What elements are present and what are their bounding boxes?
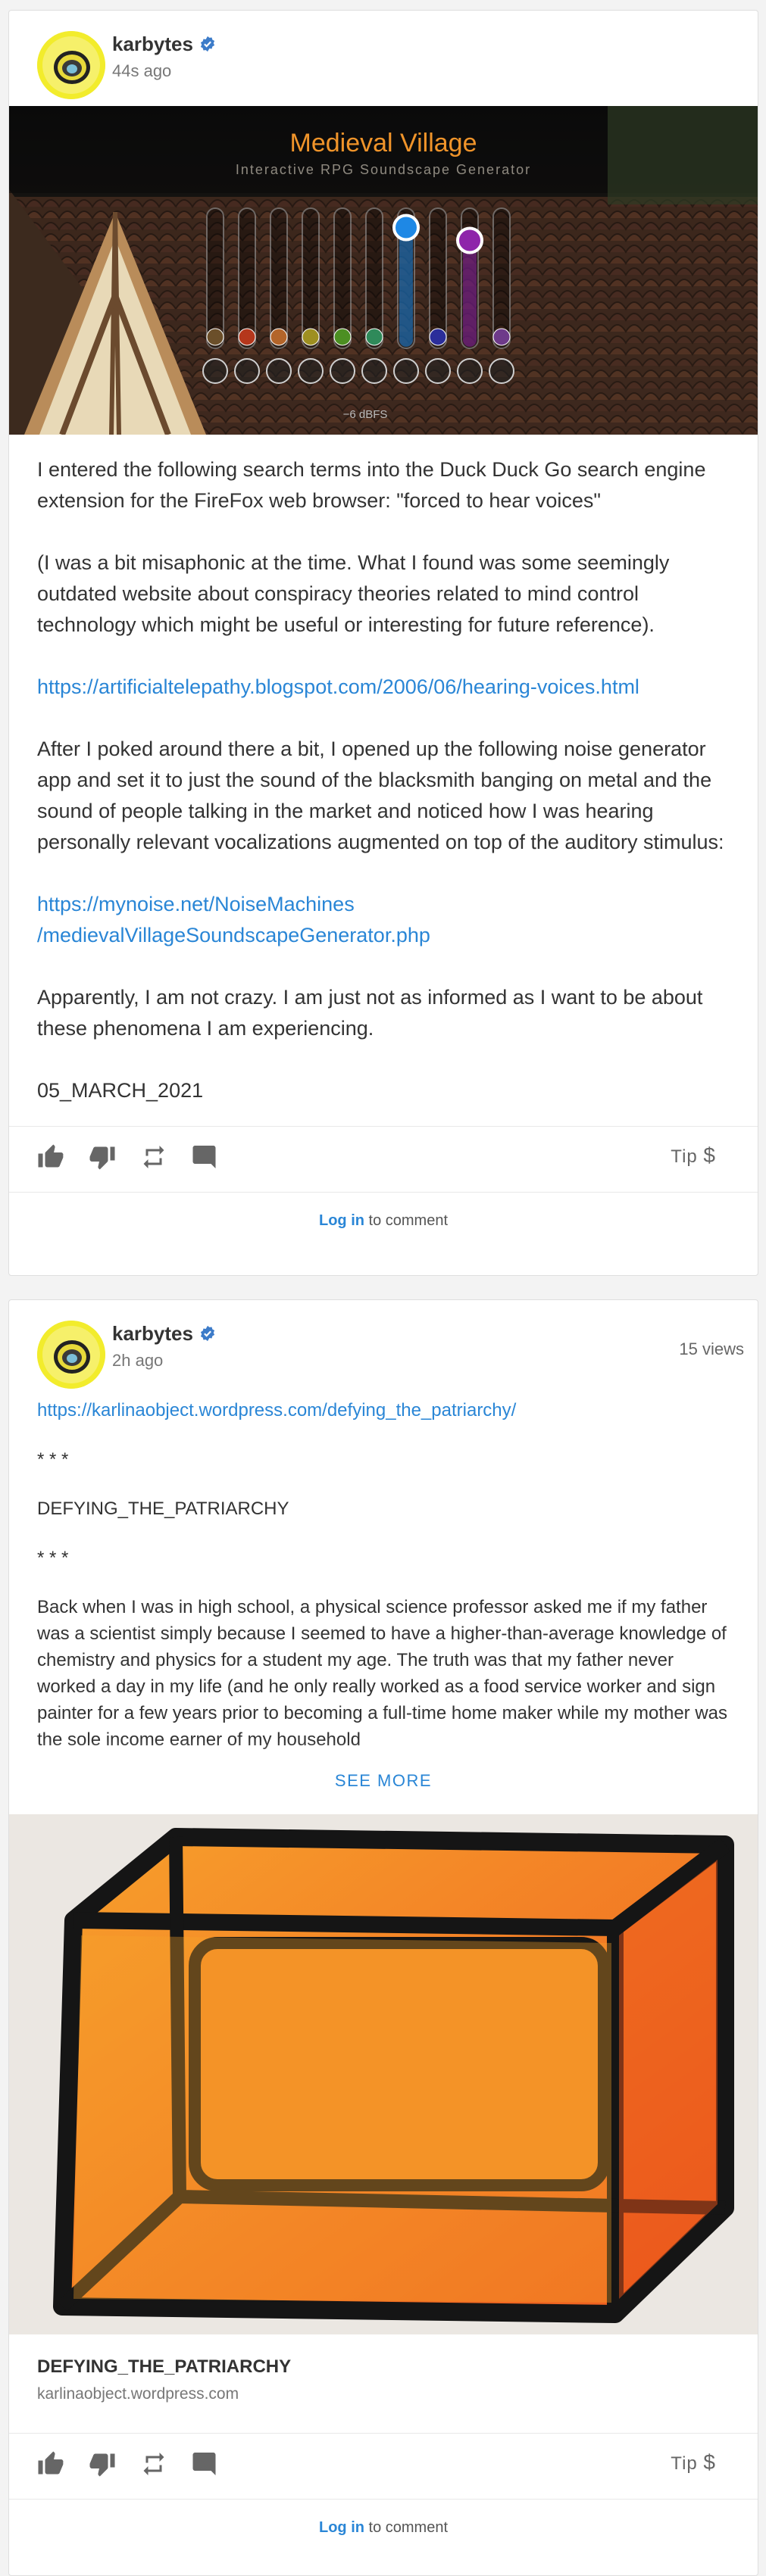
slider-fill — [463, 240, 477, 347]
link-preview-image[interactable] — [9, 1814, 758, 2334]
level-readout: −6 dBFS — [343, 408, 388, 421]
control-button[interactable] — [234, 358, 260, 384]
repost-icon[interactable] — [140, 1143, 167, 1171]
dollar-icon: $ — [703, 1143, 716, 1167]
see-more-button[interactable]: SEE MORE — [9, 1771, 758, 1791]
thumbs-up-icon[interactable] — [37, 2450, 64, 2478]
thumbs-down-icon[interactable] — [89, 2450, 116, 2478]
post-time: 44s ago — [112, 61, 172, 80]
post-card-2: karbytes 2h ago 15 views https://karlina… — [8, 1299, 758, 2576]
login-link[interactable]: Log in — [319, 2519, 364, 2536]
post-link[interactable]: https://karlinaobject.wordpress.com/defy… — [37, 1400, 516, 1421]
separator-text: * * * — [37, 1449, 69, 1470]
action-bar: Tip $ — [9, 1126, 758, 1180]
separator-text: * * * — [37, 1548, 69, 1568]
media-subtitle: Interactive RPG Soundscape Generator — [236, 162, 531, 177]
paragraph: I entered the following search terms int… — [37, 458, 711, 512]
control-button[interactable] — [202, 358, 228, 384]
post-body: https://karlinaobject.wordpress.com/defy… — [37, 1397, 730, 1793]
paragraph: Apparently, I am not crazy. I am just no… — [37, 986, 708, 1040]
post-media-image[interactable]: Medieval Village Interactive RPG Soundsc… — [9, 106, 758, 435]
slider-track[interactable] — [270, 207, 288, 349]
comment-suffix: to comment — [364, 1212, 449, 1229]
control-button[interactable] — [330, 358, 355, 384]
slider-track[interactable] — [333, 207, 352, 349]
comment-icon[interactable] — [192, 2450, 219, 2478]
repost-icon[interactable] — [140, 2450, 167, 2478]
paragraph: After I poked around there a bit, I open… — [37, 738, 724, 853]
slider-knob[interactable] — [238, 328, 256, 346]
slider-knob[interactable] — [429, 328, 447, 346]
comment-icon[interactable] — [192, 1143, 219, 1171]
avatar[interactable] — [37, 1321, 105, 1389]
author-name-text[interactable]: karbytes — [112, 1322, 193, 1345]
post-card-1: karbytes 44s ago Medieval Village Intera… — [8, 10, 758, 1276]
tip-label: Tip — [671, 2453, 698, 2474]
post-body: I entered the following search terms int… — [37, 454, 730, 1137]
tip-button[interactable]: Tip $ — [671, 1143, 716, 1168]
comment-prompt: Log in to comment — [9, 2499, 758, 2556]
link-artificialtelepathy[interactable]: https://artificialtelepathy.blogspot.com… — [37, 675, 639, 698]
slider-knob[interactable] — [492, 328, 511, 346]
author-name[interactable]: karbytes — [112, 33, 216, 56]
slider-track[interactable] — [365, 207, 383, 349]
slider-track[interactable] — [238, 207, 256, 349]
slider-knob[interactable] — [392, 214, 420, 242]
slider-knob[interactable] — [456, 226, 483, 254]
control-button[interactable] — [298, 358, 324, 384]
link-preview-title[interactable]: DEFYING_THE_PATRIARCHY — [37, 2356, 291, 2378]
dollar-icon: $ — [703, 2450, 716, 2474]
action-bar: Tip $ — [9, 2433, 758, 2487]
comment-suffix: to comment — [364, 2519, 449, 2536]
author-name[interactable]: karbytes — [112, 1322, 216, 1346]
post-header: karbytes 2h ago 15 views — [9, 1300, 758, 1391]
author-name-text[interactable]: karbytes — [112, 33, 193, 55]
avatar[interactable] — [37, 31, 105, 99]
slider-track[interactable] — [429, 207, 447, 349]
control-button[interactable] — [425, 358, 451, 384]
comment-prompt: Log in to comment — [9, 1192, 758, 1249]
login-link[interactable]: Log in — [319, 1212, 364, 1229]
control-button[interactable] — [457, 358, 483, 384]
slider-knob[interactable] — [206, 328, 224, 346]
control-button[interactable] — [361, 358, 387, 384]
paragraph: 05_MARCH_2021 — [37, 1079, 204, 1102]
slider-knob[interactable] — [365, 328, 383, 346]
slider-track[interactable] — [492, 207, 511, 349]
slider-knob[interactable] — [333, 328, 352, 346]
slider-fill — [399, 227, 413, 347]
tip-label: Tip — [671, 1146, 698, 1167]
tip-button[interactable]: Tip $ — [671, 2450, 716, 2475]
media-title: Medieval Village — [290, 129, 477, 157]
paragraph: (I was a bit misaphonic at the time. Wha… — [37, 551, 675, 636]
slider-knob[interactable] — [270, 328, 288, 346]
post-time: 2h ago — [112, 1351, 164, 1370]
verified-badge-icon — [200, 1325, 215, 1342]
thumbs-down-icon[interactable] — [89, 1143, 116, 1171]
control-button[interactable] — [266, 358, 292, 384]
link-preview-domain: karlinaobject.wordpress.com — [37, 2385, 239, 2403]
control-button[interactable] — [489, 358, 514, 384]
link-mynoise[interactable]: https://mynoise.net/NoiseMachines /medie… — [37, 893, 430, 947]
paragraph: Back when I was in high school, a physic… — [37, 1597, 728, 1750]
post-header: karbytes 44s ago — [9, 11, 758, 101]
thumbs-up-icon[interactable] — [37, 1143, 64, 1171]
slider-knob[interactable] — [302, 328, 320, 346]
slider-track[interactable] — [302, 207, 320, 349]
view-count: 15 views — [679, 1339, 744, 1358]
slider-track[interactable] — [206, 207, 224, 349]
heading-text: DEFYING_THE_PATRIARCHY — [37, 1499, 289, 1519]
control-button[interactable] — [393, 358, 419, 384]
verified-badge-icon — [200, 36, 215, 52]
